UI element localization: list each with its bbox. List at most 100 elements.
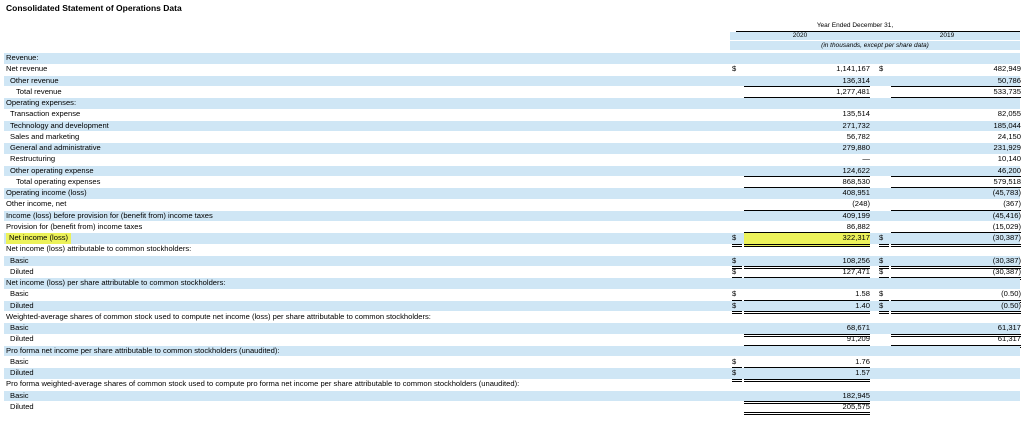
table-row: Total revenue 1,277,481 533,735	[4, 86, 1021, 99]
row-label: Diluted	[10, 300, 34, 310]
value-2019: 579,518	[891, 177, 1021, 189]
row-label: Restructuring	[10, 154, 56, 164]
value-2020: (248)	[744, 199, 870, 211]
value-2019: 50,786	[891, 76, 1021, 87]
value-2019: 82,055	[997, 109, 1021, 119]
table-row: Provision for (benefit from) income taxe…	[4, 221, 1021, 234]
table-row: Diluted $127,471 $ (30,387)	[4, 266, 1021, 281]
value-2019: (15,029)	[891, 222, 1021, 234]
row-label: Transaction expense	[10, 109, 81, 119]
row-label: Diluted	[10, 334, 34, 344]
table-row: Other income, net (248) (367)	[4, 199, 1021, 211]
table-row: Total operating expenses 868,530 579,518	[4, 176, 1021, 189]
value-2020: 124,622	[744, 166, 870, 177]
row-label: Total operating expenses	[16, 176, 101, 186]
row-label: Basic	[10, 323, 29, 332]
statement-title: Consolidated Statement of Operations Dat…	[6, 3, 182, 13]
table-row: Net income (loss) $322,317 $ (30,387)	[4, 233, 1021, 247]
period-header: Year Ended December 31,	[816, 22, 894, 29]
table-row: Basic $1.76	[4, 356, 1020, 371]
row-label: Revenue:	[6, 53, 39, 62]
year-2020-header: 2020	[792, 32, 808, 39]
row-label: Sales and marketing	[10, 131, 80, 141]
table-row: Restructuring — 10,140	[4, 154, 1021, 165]
table-row: Pro forma weighted-average shares of com…	[4, 379, 1020, 390]
table-row: Diluted $1.40 $ (0.50)	[4, 300, 1021, 314]
currency-symbol: $	[879, 64, 884, 74]
table-row: Weighted-average shares of common stock …	[4, 312, 1020, 323]
row-label: Net income (loss)	[6, 233, 72, 244]
table-row: Income (loss) before provision for (bene…	[4, 210, 1021, 221]
value-2020: 205,575	[744, 402, 870, 416]
table-row: Basic $108,256 $ (30,387)	[4, 255, 1021, 269]
units-note: (in thousands, except per share data)	[821, 42, 929, 49]
table-row: Technology and development 271,732 185,044	[4, 120, 1021, 131]
value-2019: 24,150	[997, 131, 1021, 141]
row-label: Total revenue	[16, 86, 62, 96]
value-2020: 271,732	[842, 120, 870, 130]
value-2019: (367)	[891, 199, 1021, 211]
row-label: Pro forma weighted-average shares of com…	[6, 379, 520, 389]
row-label: Weighted-average shares of common stock …	[6, 311, 431, 321]
row-label: Provision for (benefit from) income taxe…	[6, 221, 143, 231]
row-label: Basic	[10, 390, 29, 400]
value-2020: 279,880	[842, 143, 870, 152]
table-row: Transaction expense 135,514 82,055	[4, 109, 1021, 120]
row-label: Net income (loss) attributable to common…	[6, 244, 192, 254]
row-label: Other operating expense	[10, 165, 94, 175]
value-2019: 46,200	[891, 166, 1021, 177]
value-2019: (45,416)	[992, 210, 1021, 220]
value-2020: 1,141,167	[836, 64, 870, 74]
row-label: Basic	[10, 356, 29, 366]
table-row: Basic $1.58 $ (0.50)	[4, 289, 1021, 303]
value-2020: —	[862, 154, 870, 164]
value-2020: 1,277,481	[744, 87, 870, 99]
row-label: General and administrative	[10, 143, 101, 152]
value-2020: 868,530	[744, 177, 870, 189]
row-label: Diluted	[10, 368, 34, 377]
value-2019: 185,044	[993, 120, 1021, 130]
value-2020: 136,314	[744, 76, 870, 87]
value-2020: 409,199	[842, 210, 870, 220]
value-2019: 10,140	[997, 154, 1021, 164]
table-row: Operating expenses:	[4, 98, 1020, 109]
value-2020: 56,782	[846, 131, 870, 141]
table-row: Pro forma net income per share attributa…	[4, 345, 1020, 356]
row-label: Net income (loss) per share attributable…	[6, 278, 226, 287]
row-label: Pro forma net income per share attributa…	[6, 345, 280, 355]
table-row: Other operating expense 124,622 46,200	[4, 165, 1021, 177]
table-row: General and administrative 279,880 231,929	[4, 143, 1021, 154]
table-row: Basic 68,671 61,317	[4, 323, 1021, 337]
table-row: Net income (loss) per share attributable…	[4, 278, 1020, 289]
value-2019: 231,929	[993, 143, 1021, 152]
table-row: Diluted 91,209 61,317	[4, 334, 1021, 348]
currency-symbol: $	[732, 64, 737, 74]
row-label: Basic	[10, 289, 29, 299]
row-label: Income (loss) before provision for (bene…	[6, 210, 213, 220]
row-label: Technology and development	[10, 120, 109, 130]
row-label: Diluted	[10, 401, 34, 411]
value-2020: 86,882	[744, 222, 870, 234]
row-label: Diluted	[10, 266, 34, 276]
table-row: Net income (loss) attributable to common…	[4, 244, 1020, 255]
table-row: Diluted $1.57	[4, 368, 1020, 382]
row-label: Operating expenses:	[6, 98, 77, 107]
table-row: Net revenue $1,141,167 $482,949	[4, 64, 1021, 75]
value-2019: 533,735	[891, 87, 1021, 99]
value-2020: 135,514	[842, 109, 870, 119]
table-row: Operating income (loss) 408,951 (45,783)	[4, 188, 1021, 199]
value-2020: 408,951	[842, 188, 870, 197]
table-row: Other revenue 136,314 50,786	[4, 75, 1021, 87]
row-label: Other income, net	[6, 199, 67, 209]
value-2019: (45,783)	[992, 188, 1021, 197]
table-row: Diluted 205,575	[4, 401, 1020, 416]
row-label: Operating income (loss)	[6, 188, 87, 197]
table-row: Revenue:	[4, 53, 1020, 64]
row-label: Other revenue	[10, 75, 59, 85]
row-label: Net revenue	[6, 64, 48, 74]
row-label: Basic	[10, 255, 29, 265]
year-2019-header: 2019	[939, 32, 955, 39]
table-row: Sales and marketing 56,782 24,150	[4, 131, 1021, 143]
value-2019: 482,949	[993, 64, 1021, 74]
table-row: Basic 182,945	[4, 390, 1020, 404]
